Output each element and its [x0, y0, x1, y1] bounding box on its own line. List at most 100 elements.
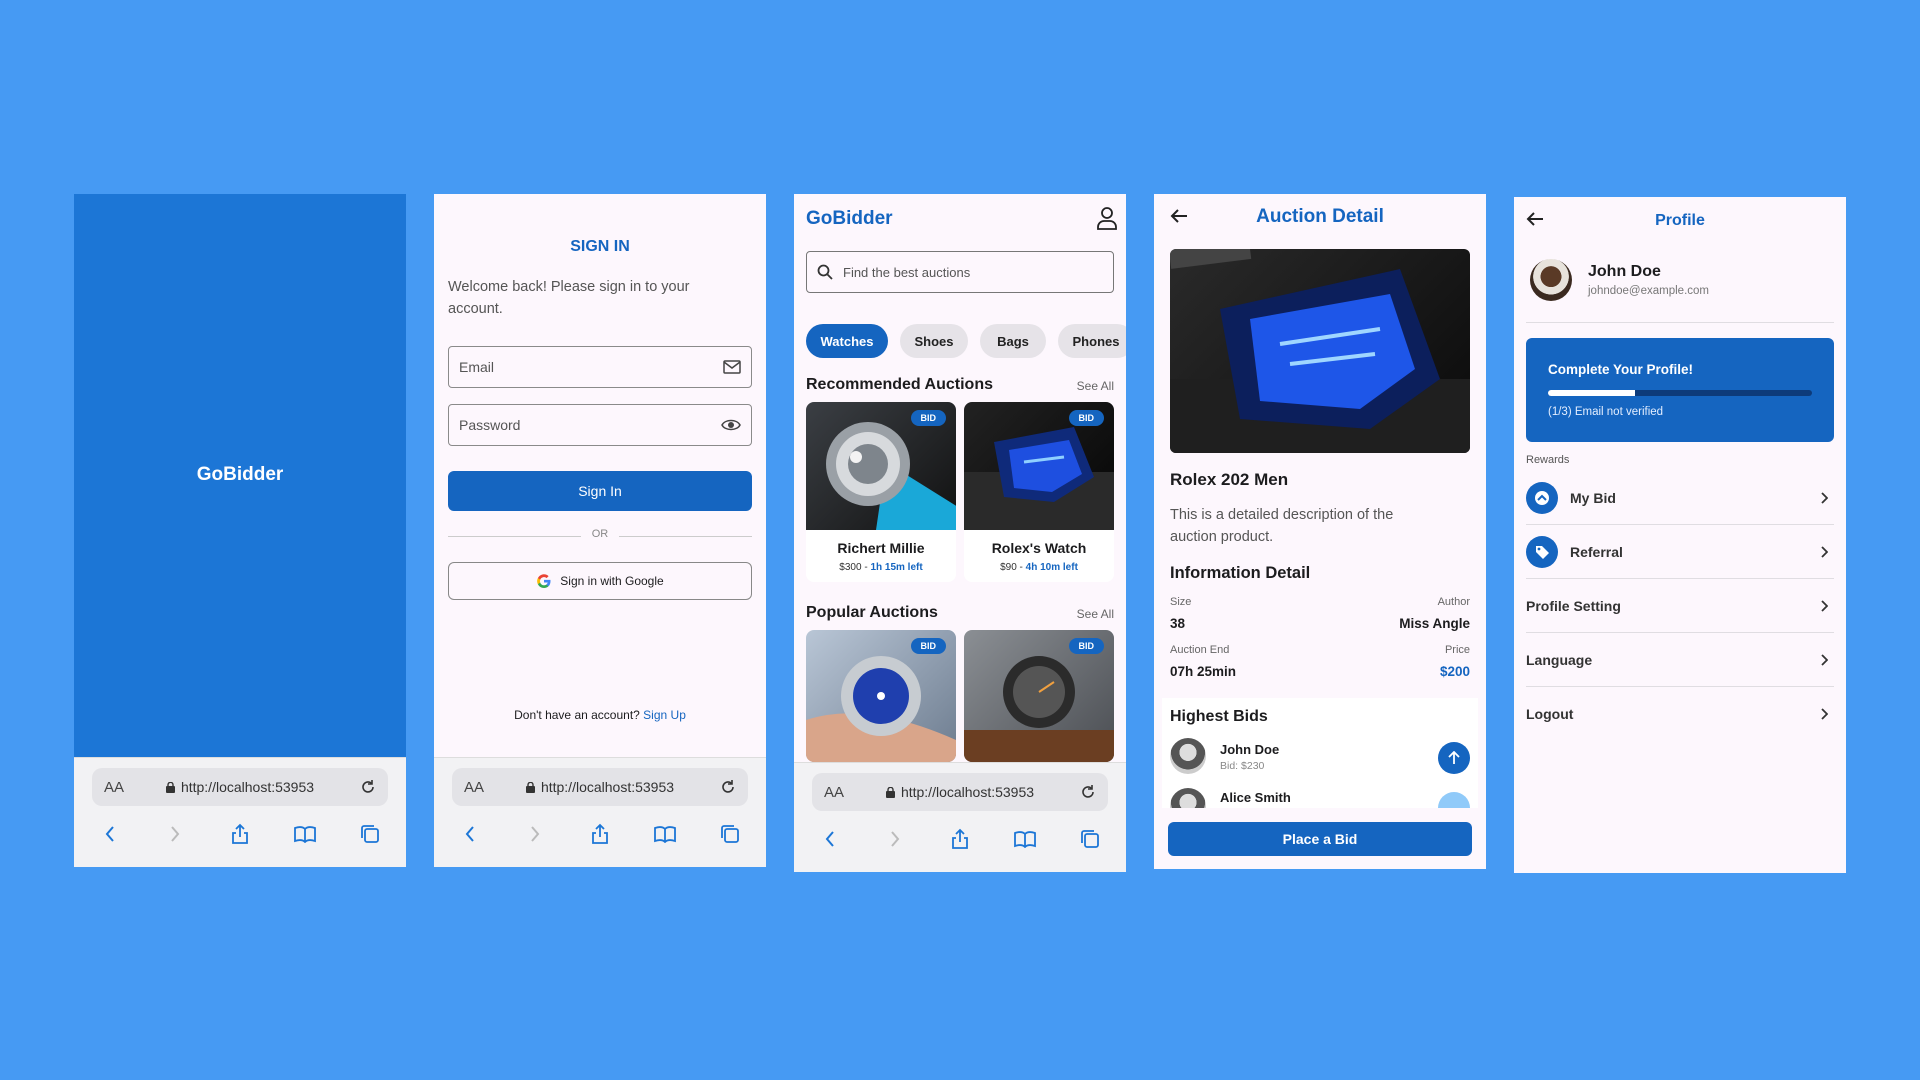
tabs-icon[interactable]: [712, 824, 748, 844]
user-email: johndoe@example.com: [1588, 285, 1709, 297]
category-chip-phones[interactable]: Phones: [1058, 324, 1126, 358]
popular-see-all[interactable]: See All: [1077, 607, 1114, 621]
lock-icon: [885, 786, 895, 798]
password-placeholder: Password: [459, 417, 521, 433]
home-screen: GoBidder Find the best auctions Watches …: [794, 194, 1126, 872]
signin-button[interactable]: Sign In: [448, 471, 752, 511]
chevron-right-icon: [1821, 545, 1828, 558]
bid-badge: BID: [1068, 410, 1104, 426]
reload-icon[interactable]: [720, 779, 736, 795]
auction-end-label: Auction End: [1170, 644, 1230, 656]
detail-title: Auction Detail: [1256, 206, 1384, 227]
splash-screen: GoBidder AA http://localhost:53953: [74, 194, 406, 867]
menu-label: Logout: [1526, 706, 1574, 722]
bid-badge: BID: [910, 638, 946, 654]
tabs-icon[interactable]: [352, 824, 388, 844]
menu-item-referral[interactable]: Referral: [1526, 525, 1834, 579]
gauge-icon: [1526, 481, 1558, 514]
or-text: OR: [581, 528, 619, 540]
divider: [1526, 322, 1834, 323]
reload-icon[interactable]: [1080, 784, 1096, 800]
avatar: [1170, 788, 1206, 808]
back-icon[interactable]: [812, 830, 848, 848]
bookmarks-icon[interactable]: [1007, 830, 1043, 848]
tabs-icon[interactable]: [1072, 829, 1108, 849]
size-value: 38: [1170, 616, 1186, 631]
arrow-up-icon[interactable]: [1438, 742, 1470, 774]
author-value: Miss Angle: [1399, 616, 1470, 631]
menu-item-profile-setting[interactable]: Profile Setting: [1526, 579, 1834, 633]
chevron-right-icon: [1821, 708, 1828, 720]
google-button-label: Sign in with Google: [560, 574, 664, 588]
complete-profile-card[interactable]: Complete Your Profile! (1/3) Email not v…: [1526, 338, 1834, 442]
recommended-see-all[interactable]: See All: [1077, 379, 1114, 393]
back-icon[interactable]: [92, 825, 128, 843]
menu-item-language[interactable]: Language: [1526, 633, 1834, 687]
url-text: http://localhost:53953: [180, 779, 315, 795]
auction-card[interactable]: BID Richert Millie $300 - 1h 15m left: [806, 402, 956, 582]
card-subtitle: $300 - 1h 15m left: [806, 562, 956, 573]
safari-nav: [92, 814, 388, 854]
share-icon[interactable]: [942, 828, 978, 850]
signup-link[interactable]: Sign Up: [643, 708, 686, 722]
text-size-button[interactable]: AA: [824, 784, 844, 801]
share-icon[interactable]: [222, 823, 258, 845]
auction-card[interactable]: BID: [964, 630, 1114, 762]
safari-nav: [812, 819, 1108, 859]
category-chip-shoes[interactable]: Shoes: [900, 324, 968, 358]
avatar: [1170, 738, 1206, 774]
menu-label: Language: [1526, 651, 1593, 668]
bidder-name: John Doe: [1220, 742, 1280, 757]
bookmarks-icon[interactable]: [287, 825, 323, 843]
search-input[interactable]: Find the best auctions: [806, 251, 1114, 293]
popular-title: Popular Auctions: [806, 604, 938, 621]
menu-item-logout[interactable]: Logout: [1526, 687, 1834, 741]
forward-icon[interactable]: [517, 825, 553, 843]
place-bid-button[interactable]: Place a Bid: [1168, 822, 1472, 856]
chevron-right-icon: [1821, 491, 1828, 504]
card-time-left: 4h 10m left: [1025, 562, 1078, 573]
safari-nav: [452, 814, 748, 854]
eye-icon[interactable]: [721, 418, 741, 432]
category-chip-bags[interactable]: Bags: [980, 324, 1046, 358]
url-text: http://localhost:53953: [540, 779, 675, 795]
url-bar[interactable]: AA http://localhost:53953: [92, 768, 388, 806]
price-label: Price: [1444, 644, 1470, 656]
signup-prompt: Don't have an account? Sign Up: [434, 708, 766, 722]
menu-label: Referral: [1570, 543, 1623, 560]
lock-icon: [525, 781, 535, 793]
url-bar[interactable]: AA http://localhost:53953: [452, 768, 748, 806]
forward-icon[interactable]: [877, 830, 913, 848]
text-size-button[interactable]: AA: [104, 779, 124, 796]
password-field[interactable]: Password: [448, 404, 752, 446]
forward-icon[interactable]: [157, 825, 193, 843]
menu-item-my-bid[interactable]: My Bid: [1526, 471, 1834, 525]
user-name: John Doe: [1588, 263, 1661, 280]
reload-icon[interactable]: [360, 779, 376, 795]
back-icon[interactable]: [452, 825, 488, 843]
auction-card[interactable]: BID: [806, 630, 956, 762]
bookmarks-icon[interactable]: [647, 825, 683, 843]
bidder-amount: Bid: $230: [1220, 760, 1265, 772]
text-size-button[interactable]: AA: [464, 779, 484, 796]
category-chip-watches[interactable]: Watches: [806, 324, 888, 358]
google-signin-button[interactable]: Sign in with Google: [448, 562, 752, 600]
bidder-name: Alice Smith: [1220, 790, 1291, 805]
card-time-left: 1h 15m left: [870, 562, 923, 573]
user-icon[interactable]: [1096, 206, 1118, 230]
avatar: [1530, 259, 1572, 301]
product-name: Rolex 202 Men: [1170, 470, 1289, 489]
share-icon[interactable]: [582, 823, 618, 845]
safari-bar: AA http://localhost:53953: [434, 757, 766, 867]
auction-card[interactable]: BID Rolex's Watch $90 - 4h 10m left: [964, 402, 1114, 582]
google-icon: [537, 574, 551, 589]
email-field[interactable]: Email: [448, 346, 752, 388]
search-placeholder: Find the best auctions: [843, 264, 971, 280]
highest-bids-panel: Highest Bids John Doe Bid: $230 Alice Sm…: [1162, 698, 1478, 808]
arrow-up-icon[interactable]: [1438, 792, 1470, 808]
url-bar[interactable]: AA http://localhost:53953: [812, 773, 1108, 811]
highest-bids-title: Highest Bids: [1170, 708, 1268, 725]
complete-profile-status: (1/3) Email not verified: [1548, 406, 1664, 418]
tag-icon: [1526, 535, 1558, 568]
auction-detail-screen: Auction Detail Rolex 202 Men This is a d…: [1154, 194, 1486, 869]
